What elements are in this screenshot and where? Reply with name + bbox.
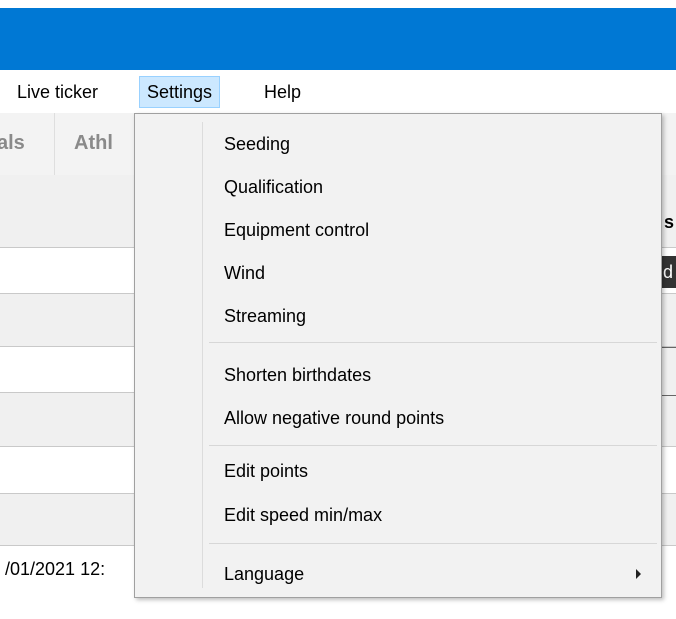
menu-help[interactable]: Help	[257, 76, 308, 108]
menu-live-ticker[interactable]: Live ticker	[10, 76, 105, 108]
menu-item-edit-points[interactable]: Edit points	[224, 454, 308, 488]
menu-item-qualification[interactable]: Qualification	[224, 170, 323, 204]
menu-item-wind[interactable]: Wind	[224, 256, 265, 290]
settings-dropdown-menu: Seeding Qualification Equipment control …	[134, 113, 662, 598]
menu-item-seeding[interactable]: Seeding	[224, 127, 290, 161]
menu-bar: Live ticker Settings Help	[0, 70, 676, 113]
menu-item-edit-speed-min-max[interactable]: Edit speed min/max	[224, 498, 382, 532]
menu-separator	[209, 342, 657, 343]
menu-separator	[209, 445, 657, 446]
partial-header-text: s	[664, 212, 675, 232]
tab-finals[interactable]: als	[0, 113, 25, 175]
title-bar	[0, 8, 676, 70]
menu-settings[interactable]: Settings	[139, 76, 221, 108]
menu-icon-gutter	[202, 122, 203, 588]
date-cell: /01/2021 12:	[5, 559, 106, 579]
menu-separator	[209, 543, 657, 544]
tab-athletes[interactable]: Athl	[74, 113, 113, 175]
menu-item-shorten-birthdates[interactable]: Shorten birthdates	[224, 358, 371, 392]
menu-item-allow-negative-round-points[interactable]: Allow negative round points	[224, 401, 444, 435]
tab-divider	[54, 113, 55, 175]
menu-item-equipment-control[interactable]: Equipment control	[224, 213, 369, 247]
chevron-right-icon	[636, 569, 641, 579]
menu-item-streaming[interactable]: Streaming	[224, 299, 306, 333]
menu-item-language[interactable]: Language	[224, 557, 304, 591]
